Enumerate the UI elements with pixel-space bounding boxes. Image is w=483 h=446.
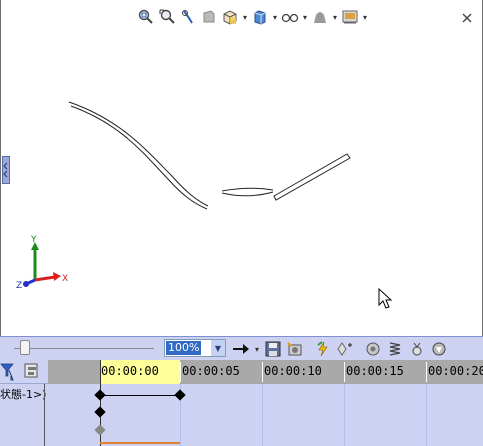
motion-feature-tree: 状態-1>) — [0, 360, 48, 446]
playback-slider-track[interactable] — [14, 348, 154, 349]
key-point-row-3[interactable] — [94, 424, 106, 436]
reference-triad: Y X Z — [15, 232, 75, 292]
x-axis-label: X — [62, 274, 69, 284]
add-key-icon[interactable] — [336, 340, 354, 358]
timeline-tick — [344, 362, 345, 382]
spring-icon[interactable] — [386, 340, 404, 358]
key-point-end[interactable] — [174, 389, 186, 401]
timeline-gridline — [262, 384, 263, 446]
time-label-10: 00:00:10 — [264, 364, 322, 378]
timeline-gridline — [426, 384, 427, 446]
zoom-combobox[interactable]: 100% ▼ — [164, 339, 226, 357]
autokey-icon[interactable] — [314, 340, 332, 358]
key-change-bar[interactable] — [100, 395, 180, 396]
playback-mode-dropdown-icon[interactable]: ▾ — [254, 340, 260, 358]
motion-manager-toolbar: 100% ▼ ▾ — [0, 336, 483, 360]
time-label-5: 00:00:05 — [182, 364, 240, 378]
gravity-icon[interactable] — [430, 340, 448, 358]
mouse-pointer-icon — [378, 287, 393, 313]
chevron-down-icon[interactable]: ▼ — [211, 340, 225, 356]
playback-slider-thumb[interactable] — [20, 340, 30, 355]
graphics-area[interactable]: ▾ ▾ ▾ ▾ ▾ Y X Z — [0, 0, 483, 336]
motion-manager-panel: 100% ▼ ▾ 状態-1>) 00:00:00 00:00:05 00:00:… — [0, 336, 483, 446]
tree-header — [0, 360, 48, 384]
timeline-tick — [426, 362, 427, 382]
time-label-20: 00:00:20 — [428, 364, 483, 378]
timeline-tick — [262, 362, 263, 382]
animation-wizard-icon[interactable] — [286, 340, 304, 358]
contact-icon[interactable] — [408, 340, 426, 358]
zoom-value: 100% — [166, 341, 202, 355]
tree-divider — [44, 384, 45, 446]
key-point-start[interactable] — [94, 389, 106, 401]
time-label-0: 00:00:00 — [101, 364, 159, 378]
motion-tools: ▾ — [232, 339, 448, 359]
filter-icon[interactable] — [0, 360, 48, 384]
y-axis-label: Y — [31, 235, 37, 245]
tree-item-state[interactable]: 状態-1>) — [0, 386, 46, 402]
play-arrow-icon[interactable] — [232, 340, 250, 358]
timeline-gridline — [344, 384, 345, 446]
key-point-row-2[interactable] — [94, 406, 106, 418]
save-animation-icon[interactable] — [264, 340, 282, 358]
motors-icon[interactable] — [364, 340, 382, 358]
timeline-tick — [180, 362, 181, 382]
time-label-15: 00:00:15 — [346, 364, 404, 378]
timeline-progress-line — [100, 442, 180, 444]
z-axis-label: Z — [16, 281, 23, 291]
